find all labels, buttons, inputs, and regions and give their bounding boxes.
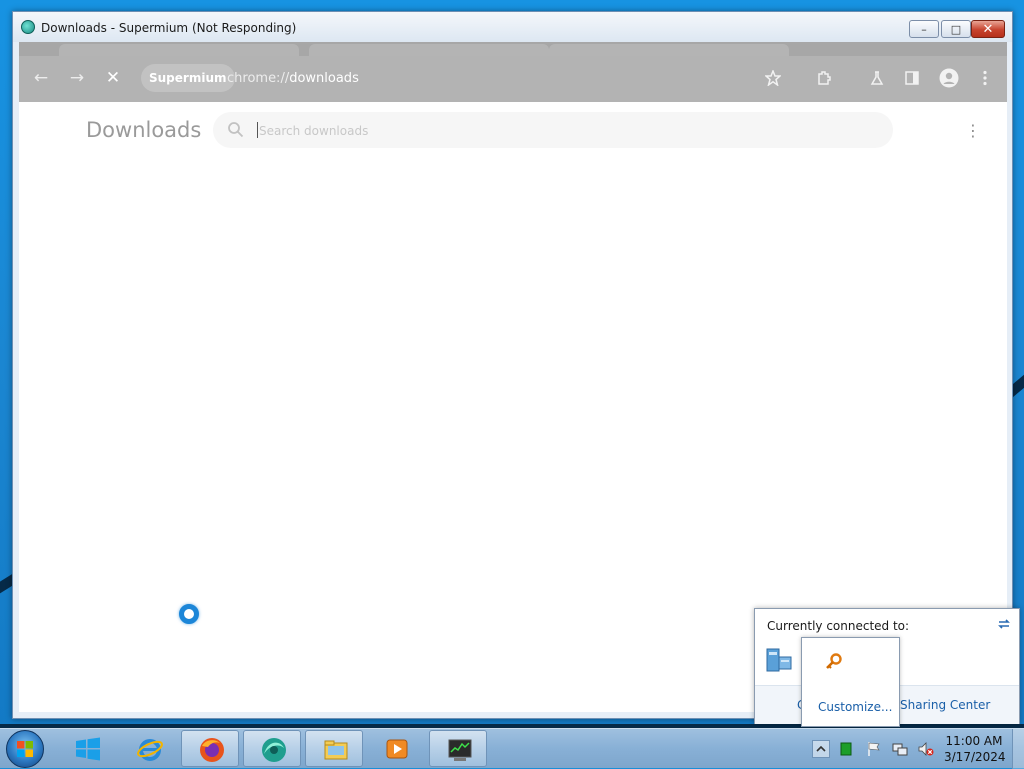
side-panel-icon[interactable] xyxy=(900,66,924,90)
tab-ghost[interactable] xyxy=(309,44,549,56)
start-button[interactable] xyxy=(6,730,44,768)
firefox-icon xyxy=(200,738,224,762)
search-icon xyxy=(228,122,244,138)
maximize-icon: □ xyxy=(950,22,962,36)
url-path: downloads xyxy=(289,71,359,86)
busy-cursor-icon xyxy=(179,604,199,624)
browser-menu-icon[interactable] xyxy=(973,66,997,90)
stop-loading-icon[interactable]: ✕ xyxy=(101,66,125,90)
title-bar[interactable]: Downloads - Supermium (Not Responding) –… xyxy=(13,12,1012,42)
labs-icon[interactable] xyxy=(865,66,889,90)
chevron-up-icon xyxy=(816,745,826,752)
media-player-icon xyxy=(386,739,408,759)
taskbar-windows-tiles[interactable] xyxy=(58,730,116,767)
taskbar: 11:00 AM 3/17/2024 xyxy=(0,728,1024,769)
network-icon[interactable] xyxy=(892,741,908,757)
maximize-button[interactable]: □ xyxy=(941,20,971,38)
back-arrow-icon[interactable]: ← xyxy=(29,66,53,90)
taskbar-supermium[interactable] xyxy=(243,730,301,767)
windows-tiles-icon xyxy=(76,737,100,761)
minimize-icon: – xyxy=(921,22,927,36)
star-icon[interactable] xyxy=(761,66,785,90)
text-caret xyxy=(257,122,258,138)
notification-area xyxy=(808,729,948,769)
extensions-icon[interactable] xyxy=(812,66,836,90)
system-clock[interactable]: 11:00 AM 3/17/2024 xyxy=(944,733,1006,765)
minimize-button[interactable]: – xyxy=(909,20,939,38)
tray-overflow-popup: Customize... xyxy=(801,637,900,727)
supermium-icon xyxy=(262,738,286,762)
tab-ghost[interactable] xyxy=(549,44,789,56)
clock-date: 3/17/2024 xyxy=(944,750,1006,764)
network-sharing-center-link[interactable]: Sharing Center xyxy=(900,698,990,712)
internet-explorer-icon xyxy=(137,739,163,761)
network-heading: Currently connected to: xyxy=(767,619,910,633)
taskbar-file-explorer[interactable] xyxy=(305,730,363,767)
profile-icon[interactable] xyxy=(937,66,961,90)
show-hidden-icons-button[interactable] xyxy=(812,740,830,758)
window-title: Downloads - Supermium (Not Responding) xyxy=(41,21,297,35)
tab-strip xyxy=(19,42,1007,56)
page-menu-icon[interactable]: ⋮ xyxy=(963,118,983,142)
tab-downloads[interactable] xyxy=(59,44,299,56)
clock-time: 11:00 AM xyxy=(945,734,1003,748)
close-button[interactable]: ✕ xyxy=(971,20,1005,38)
search-input[interactable] xyxy=(257,120,861,142)
forward-arrow-icon[interactable]: → xyxy=(65,66,89,90)
key-icon[interactable] xyxy=(824,652,844,672)
page-title: Downloads xyxy=(86,118,202,142)
task-manager-icon xyxy=(448,739,472,761)
search-field[interactable] xyxy=(213,112,893,148)
close-icon: ✕ xyxy=(982,21,994,37)
taskbar-firefox[interactable] xyxy=(181,730,239,767)
volume-muted-icon[interactable] xyxy=(918,741,934,757)
show-desktop-button[interactable] xyxy=(1012,729,1024,769)
taskbar-internet-explorer[interactable] xyxy=(120,730,178,767)
green-status-icon[interactable] xyxy=(838,741,854,757)
supermium-app-icon xyxy=(21,20,35,34)
address-bar[interactable]: chrome://downloads xyxy=(227,71,359,86)
customize-link[interactable]: Customize... xyxy=(818,700,892,714)
network-server-icon xyxy=(766,648,792,672)
file-explorer-icon xyxy=(324,740,348,760)
taskbar-media-player[interactable] xyxy=(367,730,425,767)
windows-logo-icon xyxy=(17,741,33,757)
refresh-icon[interactable] xyxy=(995,615,1013,633)
origin-chip[interactable]: Supermium xyxy=(141,64,235,92)
taskbar-task-manager[interactable] xyxy=(429,730,487,767)
url-scheme: chrome:// xyxy=(227,71,290,86)
browser-toolbar: ← → ✕ Supermium chrome://downloads xyxy=(19,56,1007,102)
action-center-flag-icon[interactable] xyxy=(866,741,882,757)
